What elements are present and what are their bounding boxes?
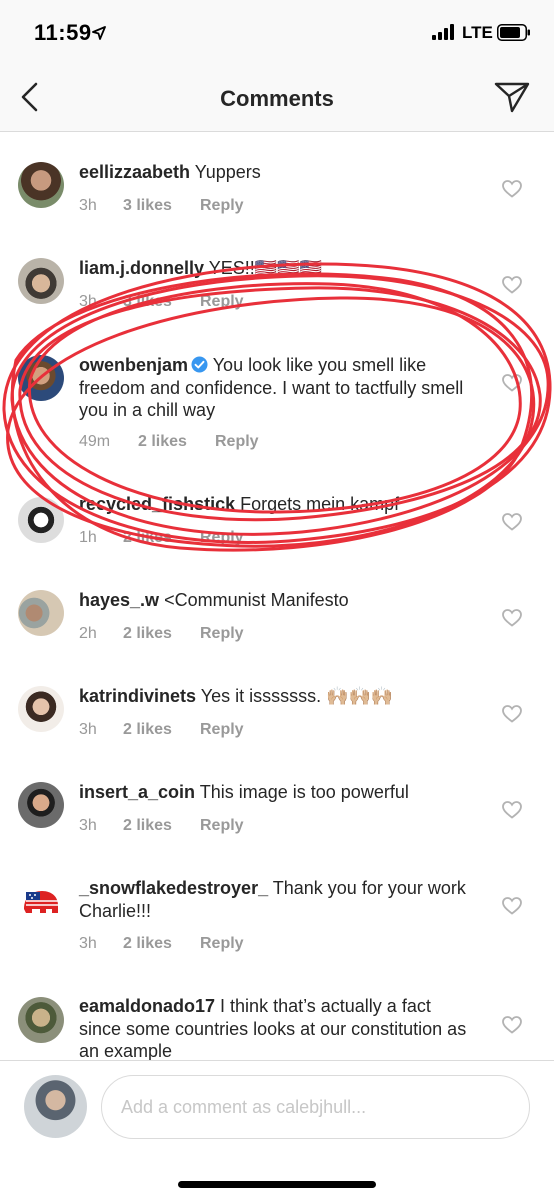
comment-username[interactable]: hayes_.w [79,590,159,610]
comment-meta: 3h 2 likes Reply [79,935,244,953]
comment-body: <Communist Manifesto [159,590,349,610]
comment-likes[interactable]: 2 likes [138,433,215,451]
comment-time: 3h [79,935,97,952]
comment-body: Yuppers [190,162,261,182]
comment-username[interactable]: katrindivinets [79,686,196,706]
avatar[interactable] [18,162,64,208]
comments-list[interactable]: eellizzaabeth Yuppers 3h 3 likes Reply l… [0,133,554,1060]
comment-time: 1h [79,529,97,546]
avatar[interactable] [18,782,64,828]
avatar[interactable] [18,258,64,304]
heart-icon[interactable] [502,609,522,627]
avatar[interactable] [24,1075,87,1138]
reply-button[interactable]: Reply [200,625,244,643]
avatar[interactable] [18,997,64,1043]
comment-text: eamaldonado17 I think that’s actually a … [79,995,474,1060]
reply-button[interactable]: Reply [200,293,244,311]
heart-icon[interactable] [502,897,522,915]
reply-button[interactable]: Reply [215,433,259,451]
signal-bars-icon [432,24,454,40]
comment-time: 3h [79,293,97,310]
comment-meta: 2h 2 likes Reply [79,625,244,643]
comment-username[interactable]: recycled_fishstick [79,494,235,514]
heart-icon[interactable] [502,180,522,198]
comment-time: 3h [79,817,97,834]
comment-time: 3h [79,721,97,738]
comment-text: katrindivinets Yes it isssssss. 🙌🏼🙌🏼🙌🏼 [79,685,479,708]
battery-icon [497,24,530,41]
status-bar: 11:59 LTE [0,0,554,64]
comment-body: This image is too powerful [195,782,409,802]
comment-text: hayes_.w <Communist Manifesto [79,589,479,612]
comment-meta: 49m 2 likes Reply [79,433,259,451]
avatar[interactable] [18,497,64,543]
comment-username[interactable]: insert_a_coin [79,782,195,802]
heart-icon[interactable] [502,513,522,531]
reply-button[interactable]: Reply [200,529,244,547]
comment-meta: 3h 2 likes Reply [79,721,244,739]
comment-body: Forgets mein kampf [235,494,400,514]
comment-username[interactable]: liam.j.donnelly [79,258,204,278]
heart-icon[interactable] [502,801,522,819]
paper-plane-icon[interactable] [494,80,530,114]
verified-badge-icon [191,356,208,373]
comment-username[interactable]: eamaldonado17 [79,996,215,1016]
comment-input[interactable] [101,1075,530,1139]
comment-meta: 1h 2 likes Reply [79,529,244,547]
heart-icon[interactable] [502,374,522,392]
comment-text: liam.j.donnelly YES!!🇺🇸🇺🇸🇺🇸 [79,257,479,280]
comment-text: insert_a_coin This image is too powerful [79,781,479,804]
heart-icon[interactable] [502,1016,522,1034]
comment-time: 3h [79,197,97,214]
home-indicator[interactable] [178,1181,376,1188]
comment-body: Yes it isssssss. 🙌🏼🙌🏼🙌🏼 [196,686,394,706]
comment-body: YES!!🇺🇸🇺🇸🇺🇸 [204,258,322,278]
comment-likes[interactable]: 3 likes [123,197,200,215]
heart-icon[interactable] [502,276,522,294]
location-arrow-icon [92,26,106,40]
comment-likes[interactable]: 3 likes [123,293,200,311]
comment-username[interactable]: _snowflakedestroyer_ [79,878,268,898]
carrier-label: LTE [462,23,493,42]
comment-likes[interactable]: 2 likes [123,817,200,835]
heart-icon[interactable] [502,705,522,723]
comment-username[interactable]: owenbenjam [79,355,188,375]
comment-likes[interactable]: 2 likes [123,935,200,953]
reply-button[interactable]: Reply [200,721,244,739]
elephant-flag-icon [24,891,58,913]
page-title: Comments [220,86,334,111]
comment-meta: 3h 3 likes Reply [79,197,244,215]
avatar[interactable] [18,879,64,925]
comment-text: recycled_fishstick Forgets mein kampf [79,493,479,516]
comment-time: 2h [79,625,97,642]
comment-text: _snowflakedestroyer_ Thank you for your … [79,877,474,922]
comment-time: 49m [79,433,111,450]
comment-likes[interactable]: 2 likes [123,529,200,547]
comment-text: owenbenjam You look like you smell like … [79,354,479,422]
comment-meta: 3h 3 likes Reply [79,293,244,311]
comment-composer [0,1060,554,1200]
avatar[interactable] [18,686,64,732]
status-time: 11:59 [34,20,92,45]
comment-meta: 3h 2 likes Reply [79,817,244,835]
comment-text: eellizzaabeth Yuppers [79,161,479,184]
comment-likes[interactable]: 2 likes [123,625,200,643]
avatar[interactable] [18,590,64,636]
avatar[interactable] [18,355,64,401]
reply-button[interactable]: Reply [200,817,244,835]
comment-username[interactable]: eellizzaabeth [79,162,190,182]
nav-bar: Comments [0,64,554,132]
comment-likes[interactable]: 2 likes [123,721,200,739]
reply-button[interactable]: Reply [200,197,244,215]
reply-button[interactable]: Reply [200,935,244,953]
